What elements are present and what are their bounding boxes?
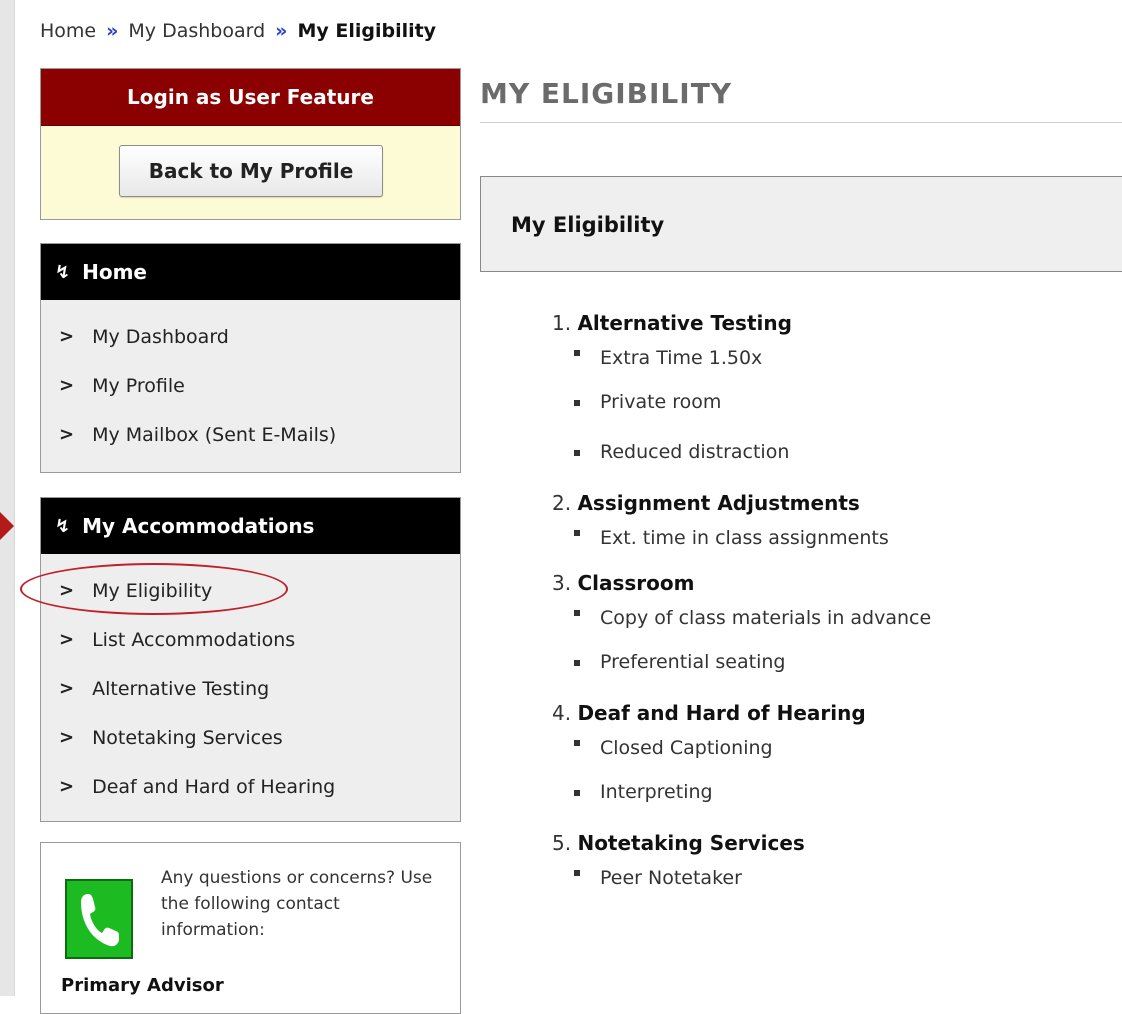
phone-icon (65, 879, 133, 959)
pointer-arrow-icon (0, 512, 14, 540)
eligibility-category: 5. Notetaking Services Peer Notetaker (552, 828, 1112, 908)
category-number: 5. (552, 831, 572, 855)
sidebar-item-label: Notetaking Services (92, 726, 283, 749)
sidebar-item-my-eligibility[interactable]: > My Eligibility (41, 566, 460, 615)
home-menu-header[interactable]: ↯ Home (41, 244, 460, 300)
list-item: Ext. time in class assignments (552, 518, 1112, 568)
breadcrumb-current: My Eligibility (297, 20, 437, 42)
sidebar-item-my-mailbox[interactable]: > My Mailbox (Sent E-Mails) (41, 410, 460, 459)
list-item: Closed Captioning (552, 728, 1112, 778)
category-number: 3. (552, 571, 572, 595)
back-to-profile-button[interactable]: Back to My Profile (119, 145, 383, 197)
sidebar-item-alternative-testing[interactable]: > Alternative Testing (41, 664, 460, 713)
sidebar-item-my-dashboard[interactable]: > My Dashboard (41, 312, 460, 361)
breadcrumb-home-link[interactable]: Home (40, 20, 96, 42)
sidebar-item-label: My Profile (92, 374, 185, 397)
list-item: Reduced distraction (552, 438, 1112, 488)
chevron-right-icon: > (59, 776, 75, 797)
title-divider (480, 122, 1122, 123)
eligibility-category: 4. Deaf and Hard of Hearing Closed Capti… (552, 698, 1112, 828)
accommodations-menu-header[interactable]: ↯ My Accommodations (41, 498, 460, 554)
eligibility-category: 3. Classroom Copy of class materials in … (552, 568, 1112, 698)
list-item: Private room (552, 388, 1112, 438)
list-item: Extra Time 1.50x (552, 338, 1112, 388)
breadcrumb-separator-icon: » (106, 20, 119, 42)
list-item: Interpreting (552, 778, 1112, 828)
home-menu-title: Home (82, 260, 147, 284)
sidebar-item-notetaking-services[interactable]: > Notetaking Services (41, 713, 460, 762)
double-chevron-down-icon: ↯ (55, 515, 71, 537)
breadcrumb-dashboard-link[interactable]: My Dashboard (128, 20, 265, 42)
chevron-right-icon: > (59, 727, 75, 748)
panel-title: My Eligibility (511, 213, 665, 237)
eligibility-category: 1. Alternative Testing Extra Time 1.50x … (552, 308, 1112, 488)
login-as-user-header: Login as User Feature (41, 69, 460, 126)
sidebar-item-label: My Mailbox (Sent E-Mails) (92, 423, 337, 446)
sidebar-item-label: List Accommodations (92, 628, 296, 651)
chevron-right-icon: > (59, 629, 75, 650)
home-menu: ↯ Home > My Dashboard > My Profile > My … (40, 243, 461, 473)
category-number: 4. (552, 701, 572, 725)
list-item: Preferential seating (552, 648, 1112, 698)
category-name: Classroom (577, 571, 695, 595)
chevron-right-icon: > (59, 424, 75, 445)
accommodations-menu-title: My Accommodations (82, 514, 315, 538)
category-number: 2. (552, 491, 572, 515)
double-chevron-down-icon: ↯ (55, 261, 71, 283)
chevron-right-icon: > (59, 678, 75, 699)
sidebar-item-label: My Eligibility (92, 579, 213, 602)
sidebar-item-list-accommodations[interactable]: > List Accommodations (41, 615, 460, 664)
sidebar-item-label: Alternative Testing (92, 677, 270, 700)
contact-box: Any questions or concerns? Use the follo… (40, 842, 461, 1014)
accommodations-menu: ↯ My Accommodations > My Eligibility > L… (40, 497, 461, 822)
category-name: Alternative Testing (577, 311, 792, 335)
breadcrumb-separator-icon: » (275, 20, 288, 42)
sidebar-item-deaf-hard-of-hearing[interactable]: > Deaf and Hard of Hearing (41, 762, 460, 811)
breadcrumb: Home » My Dashboard » My Eligibility (40, 20, 436, 42)
sidebar-item-label: My Dashboard (92, 325, 229, 348)
contact-text: Any questions or concerns? Use the follo… (161, 868, 433, 940)
sidebar-item-my-profile[interactable]: > My Profile (41, 361, 460, 410)
eligibility-category: 2. Assignment Adjustments Ext. time in c… (552, 488, 1112, 568)
category-name: Notetaking Services (577, 831, 805, 855)
sidebar-item-label: Deaf and Hard of Hearing (92, 775, 336, 798)
primary-advisor-label: Primary Advisor (61, 975, 224, 996)
category-name: Deaf and Hard of Hearing (577, 701, 866, 725)
chevron-right-icon: > (59, 580, 75, 601)
list-item: Copy of class materials in advance (552, 598, 1112, 648)
chevron-right-icon: > (59, 326, 75, 347)
login-as-user-box: Login as User Feature Back to My Profile (40, 68, 461, 220)
page-title: MY ELIGIBILITY (480, 77, 733, 110)
eligibility-list: 1. Alternative Testing Extra Time 1.50x … (552, 308, 1112, 908)
left-gutter (0, 0, 15, 996)
category-name: Assignment Adjustments (577, 491, 860, 515)
list-item: Peer Notetaker (552, 858, 1112, 908)
chevron-right-icon: > (59, 375, 75, 396)
category-number: 1. (552, 311, 572, 335)
eligibility-panel-header: My Eligibility (480, 176, 1122, 272)
